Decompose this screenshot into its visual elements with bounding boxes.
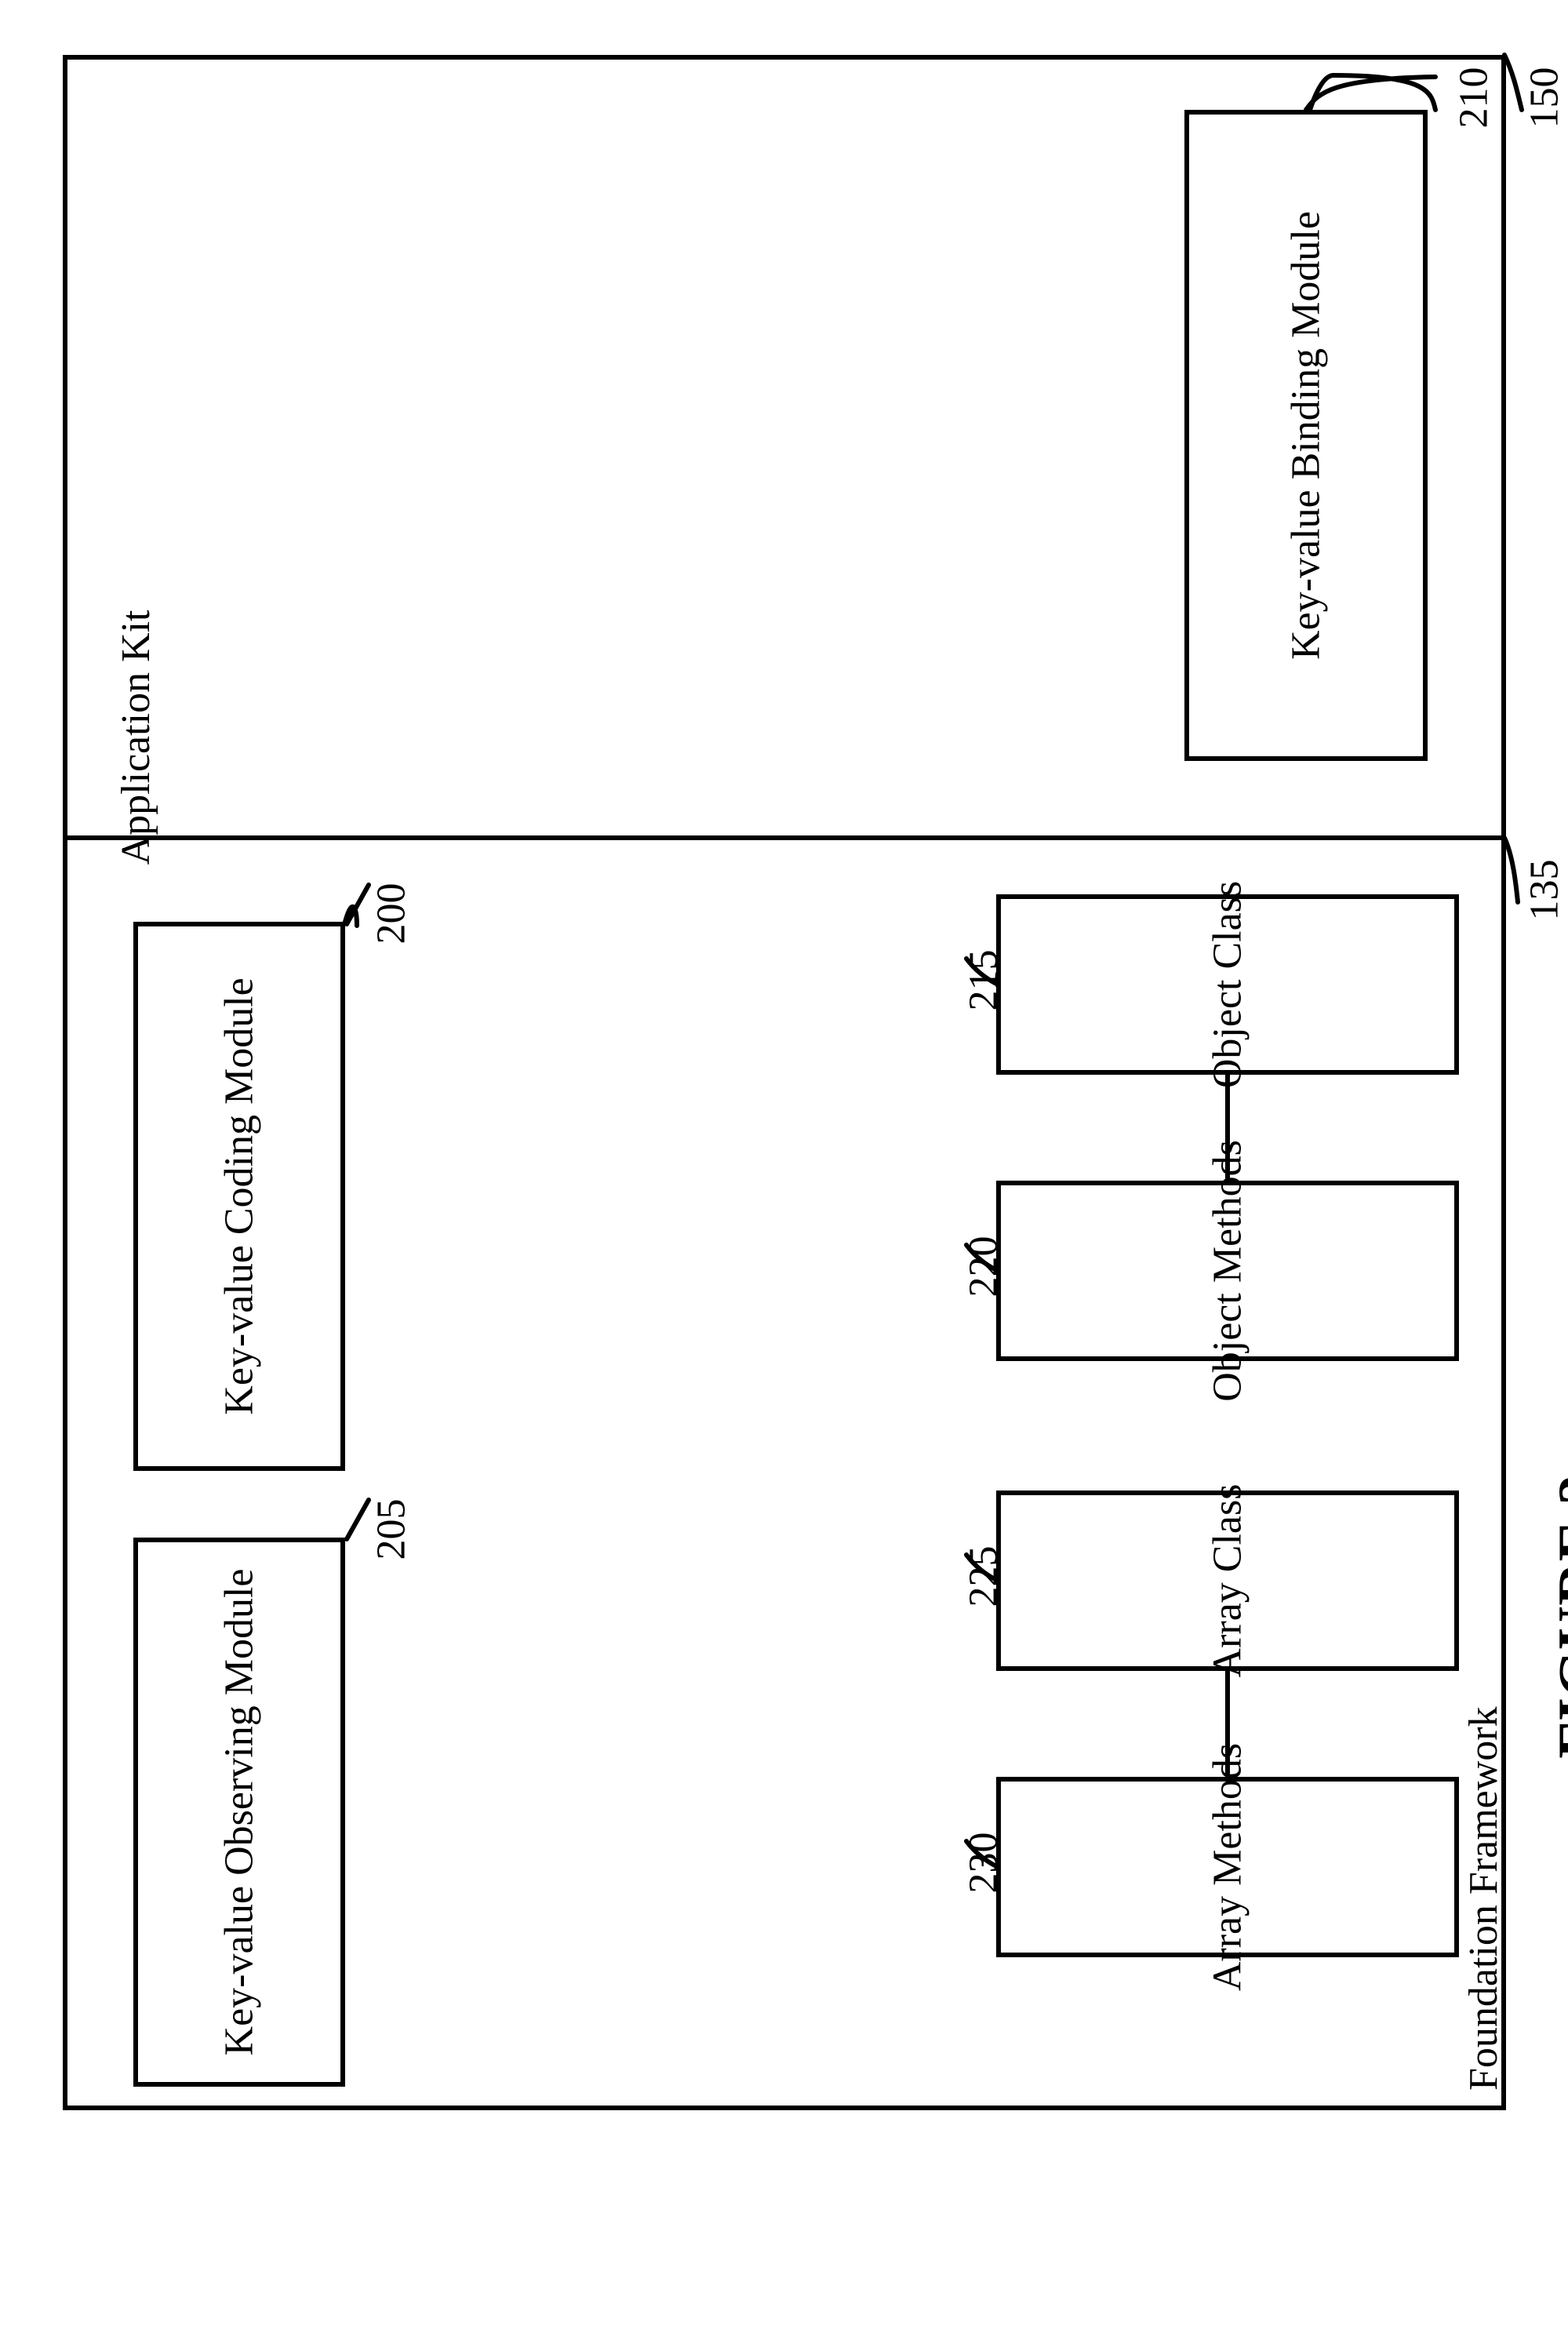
ref-205: 205 [369,1499,415,1560]
ref-135: 135 [1522,860,1568,921]
key-value-coding-module-box: Key-value Coding Module [133,922,345,1471]
connector-object [1225,1075,1230,1181]
ref-225: 225 [961,1546,1007,1607]
ref-150: 150 [1522,67,1568,129]
application-kit-label: Application Kit [113,526,159,949]
section-divider [63,835,1506,840]
connector-array [1225,1671,1230,1777]
array-methods-box: Array Methods [996,1777,1459,1957]
ref-210: 210 [1451,67,1497,129]
object-methods-box: Object Methods [996,1181,1459,1361]
ref-215: 215 [961,950,1007,1011]
ref-200: 200 [369,883,415,945]
foundation-framework-label: Foundation Framework [1461,1706,1507,2091]
array-class-box: Array Class [996,1490,1459,1671]
array-methods-label: Array Methods [1205,1743,1251,1991]
array-class-label: Array Class [1205,1484,1251,1678]
object-class-label: Object Class [1205,881,1251,1088]
ref-220: 220 [961,1236,1007,1298]
key-value-coding-module-label: Key-value Coding Module [216,977,263,1414]
diagram-canvas: Application Kit Key-value Binding Module… [0,0,1568,2344]
figure-label: FIGURE 2 [1544,1475,1568,1759]
object-class-box: Object Class [996,894,1459,1075]
key-value-observing-module-label: Key-value Observing Module [216,1569,263,2056]
ref-230: 230 [961,1833,1007,1894]
key-value-binding-module-box: Key-value Binding Module [1184,110,1428,761]
key-value-observing-module-box: Key-value Observing Module [133,1538,345,2087]
key-value-binding-module-label: Key-value Binding Module [1283,211,1330,660]
